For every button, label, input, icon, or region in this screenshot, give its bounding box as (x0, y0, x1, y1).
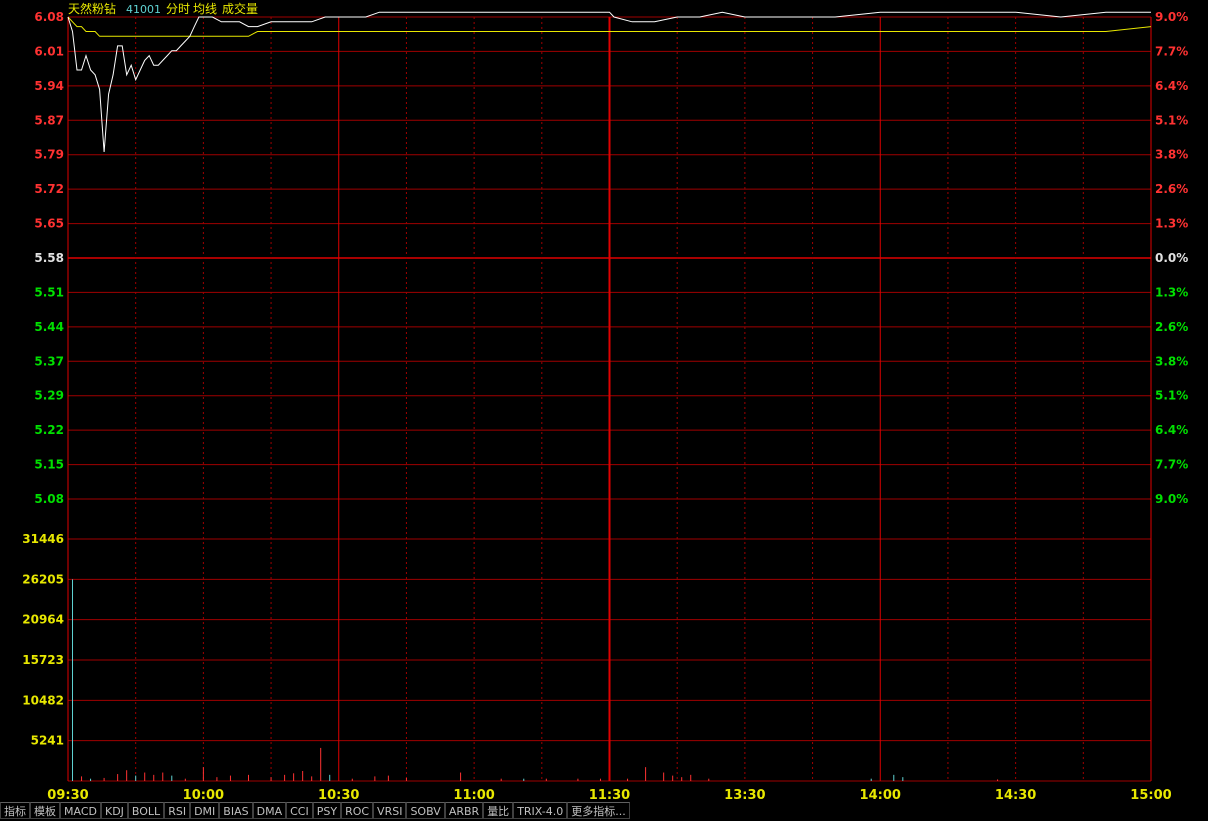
tab-cci[interactable]: CCI (286, 802, 313, 819)
percent-tick-label: 9.0% (1155, 492, 1188, 506)
tab-dmi[interactable]: DMI (190, 802, 220, 819)
price-tick-label: 5.44 (34, 320, 64, 334)
price-tick-label: 5.37 (34, 354, 64, 368)
time-tick-label: 13:30 (724, 788, 765, 802)
time-tick-label: 10:00 (183, 788, 224, 802)
header-item-avgline[interactable]: 均线 (193, 2, 217, 16)
price-tick-label: 5.72 (34, 182, 64, 196)
tab-bias[interactable]: BIAS (219, 802, 253, 819)
volume-tick-label: 5241 (31, 734, 64, 748)
price-tick-label: 5.51 (34, 285, 64, 299)
price-tick-label: 5.15 (34, 458, 64, 472)
time-tick-label: 14:30 (995, 788, 1036, 802)
price-tick-label: 6.08 (34, 10, 64, 24)
volume-tick-label: 10482 (22, 693, 64, 707)
percent-tick-label: 6.4% (1155, 423, 1188, 437)
time-tick-label: 09:30 (47, 788, 88, 802)
percent-tick-label: 5.1% (1155, 389, 1188, 403)
tab-dma[interactable]: DMA (252, 802, 287, 819)
volume-tick-label: 26205 (22, 572, 64, 586)
tab-roc[interactable]: ROC (341, 802, 374, 819)
time-tick-label: 15:00 (1130, 788, 1171, 802)
intraday-chart[interactable]: 6.08 9.0% 6.01 7.7% 5.94 6.4% 5.87 5.1% 5.79 3.8%… (0, 0, 1208, 802)
percent-tick-label: 2.6% (1155, 182, 1188, 196)
percent-tick-label: 3.8% (1155, 354, 1188, 368)
tab-arbr[interactable]: ARBR (444, 802, 484, 819)
tab-rsi[interactable]: RSI (164, 802, 191, 819)
percent-tick-label: 7.7% (1155, 458, 1188, 472)
tab-sobv[interactable]: SOBV (406, 802, 445, 819)
price-tick-label: 5.87 (34, 113, 64, 127)
header-item-volume[interactable]: 成交量 (222, 1, 258, 16)
indicator-tab-bar: 指标 模板 MACD KDJ BOLL RSI DMI BIAS DMA CCI… (0, 802, 1208, 821)
price-tick-label: 5.65 (34, 217, 64, 231)
tab-psy[interactable]: PSY (312, 802, 342, 819)
tab-kdj[interactable]: KDJ (100, 802, 128, 819)
time-tick-label: 11:00 (453, 788, 494, 802)
stock-name: 天然粉钻 (68, 1, 116, 16)
percent-tick-label: 0.0% (1155, 251, 1188, 265)
percent-tick-label: 3.8% (1155, 148, 1188, 162)
time-tick-label: 14:00 (860, 788, 901, 802)
price-tick-label: 5.08 (34, 492, 64, 506)
percent-tick-label: 9.0% (1155, 10, 1188, 24)
tab-trix[interactable]: TRIX-4.0 (513, 802, 568, 819)
price-tick-label: 5.29 (34, 389, 64, 403)
tab-more-indicators[interactable]: 更多指标... (567, 802, 630, 819)
volume-tick-label: 15723 (22, 653, 64, 667)
time-tick-label: 10:30 (318, 788, 359, 802)
price-tick-label: 5.22 (34, 423, 64, 437)
percent-tick-label: 7.7% (1155, 44, 1188, 58)
price-tick-label: 6.01 (34, 44, 64, 58)
volume-tick-label: 20964 (22, 613, 64, 627)
price-tick-label: 5.58 (34, 251, 64, 265)
tab-templates[interactable]: 模板 (30, 802, 60, 819)
stock-code: 41001 (126, 3, 161, 16)
price-tick-label: 5.94 (34, 79, 64, 93)
tab-macd[interactable]: MACD (60, 802, 101, 819)
price-tick-label: 5.79 (34, 148, 64, 162)
tab-volume-ratio[interactable]: 量比 (483, 802, 514, 819)
header-item-timeshare[interactable]: 分时 (166, 2, 190, 16)
percent-tick-label: 2.6% (1155, 320, 1188, 334)
tab-boll[interactable]: BOLL (127, 802, 165, 819)
volume-tick-label: 31446 (22, 532, 64, 546)
tab-indicators[interactable]: 指标 (0, 802, 30, 819)
percent-tick-label: 6.4% (1155, 79, 1188, 93)
percent-tick-label: 1.3% (1155, 217, 1188, 231)
time-tick-label: 11:30 (589, 788, 630, 802)
percent-tick-label: 5.1% (1155, 113, 1188, 127)
percent-tick-label: 1.3% (1155, 285, 1188, 299)
tab-vrsi[interactable]: VRSI (373, 802, 407, 819)
